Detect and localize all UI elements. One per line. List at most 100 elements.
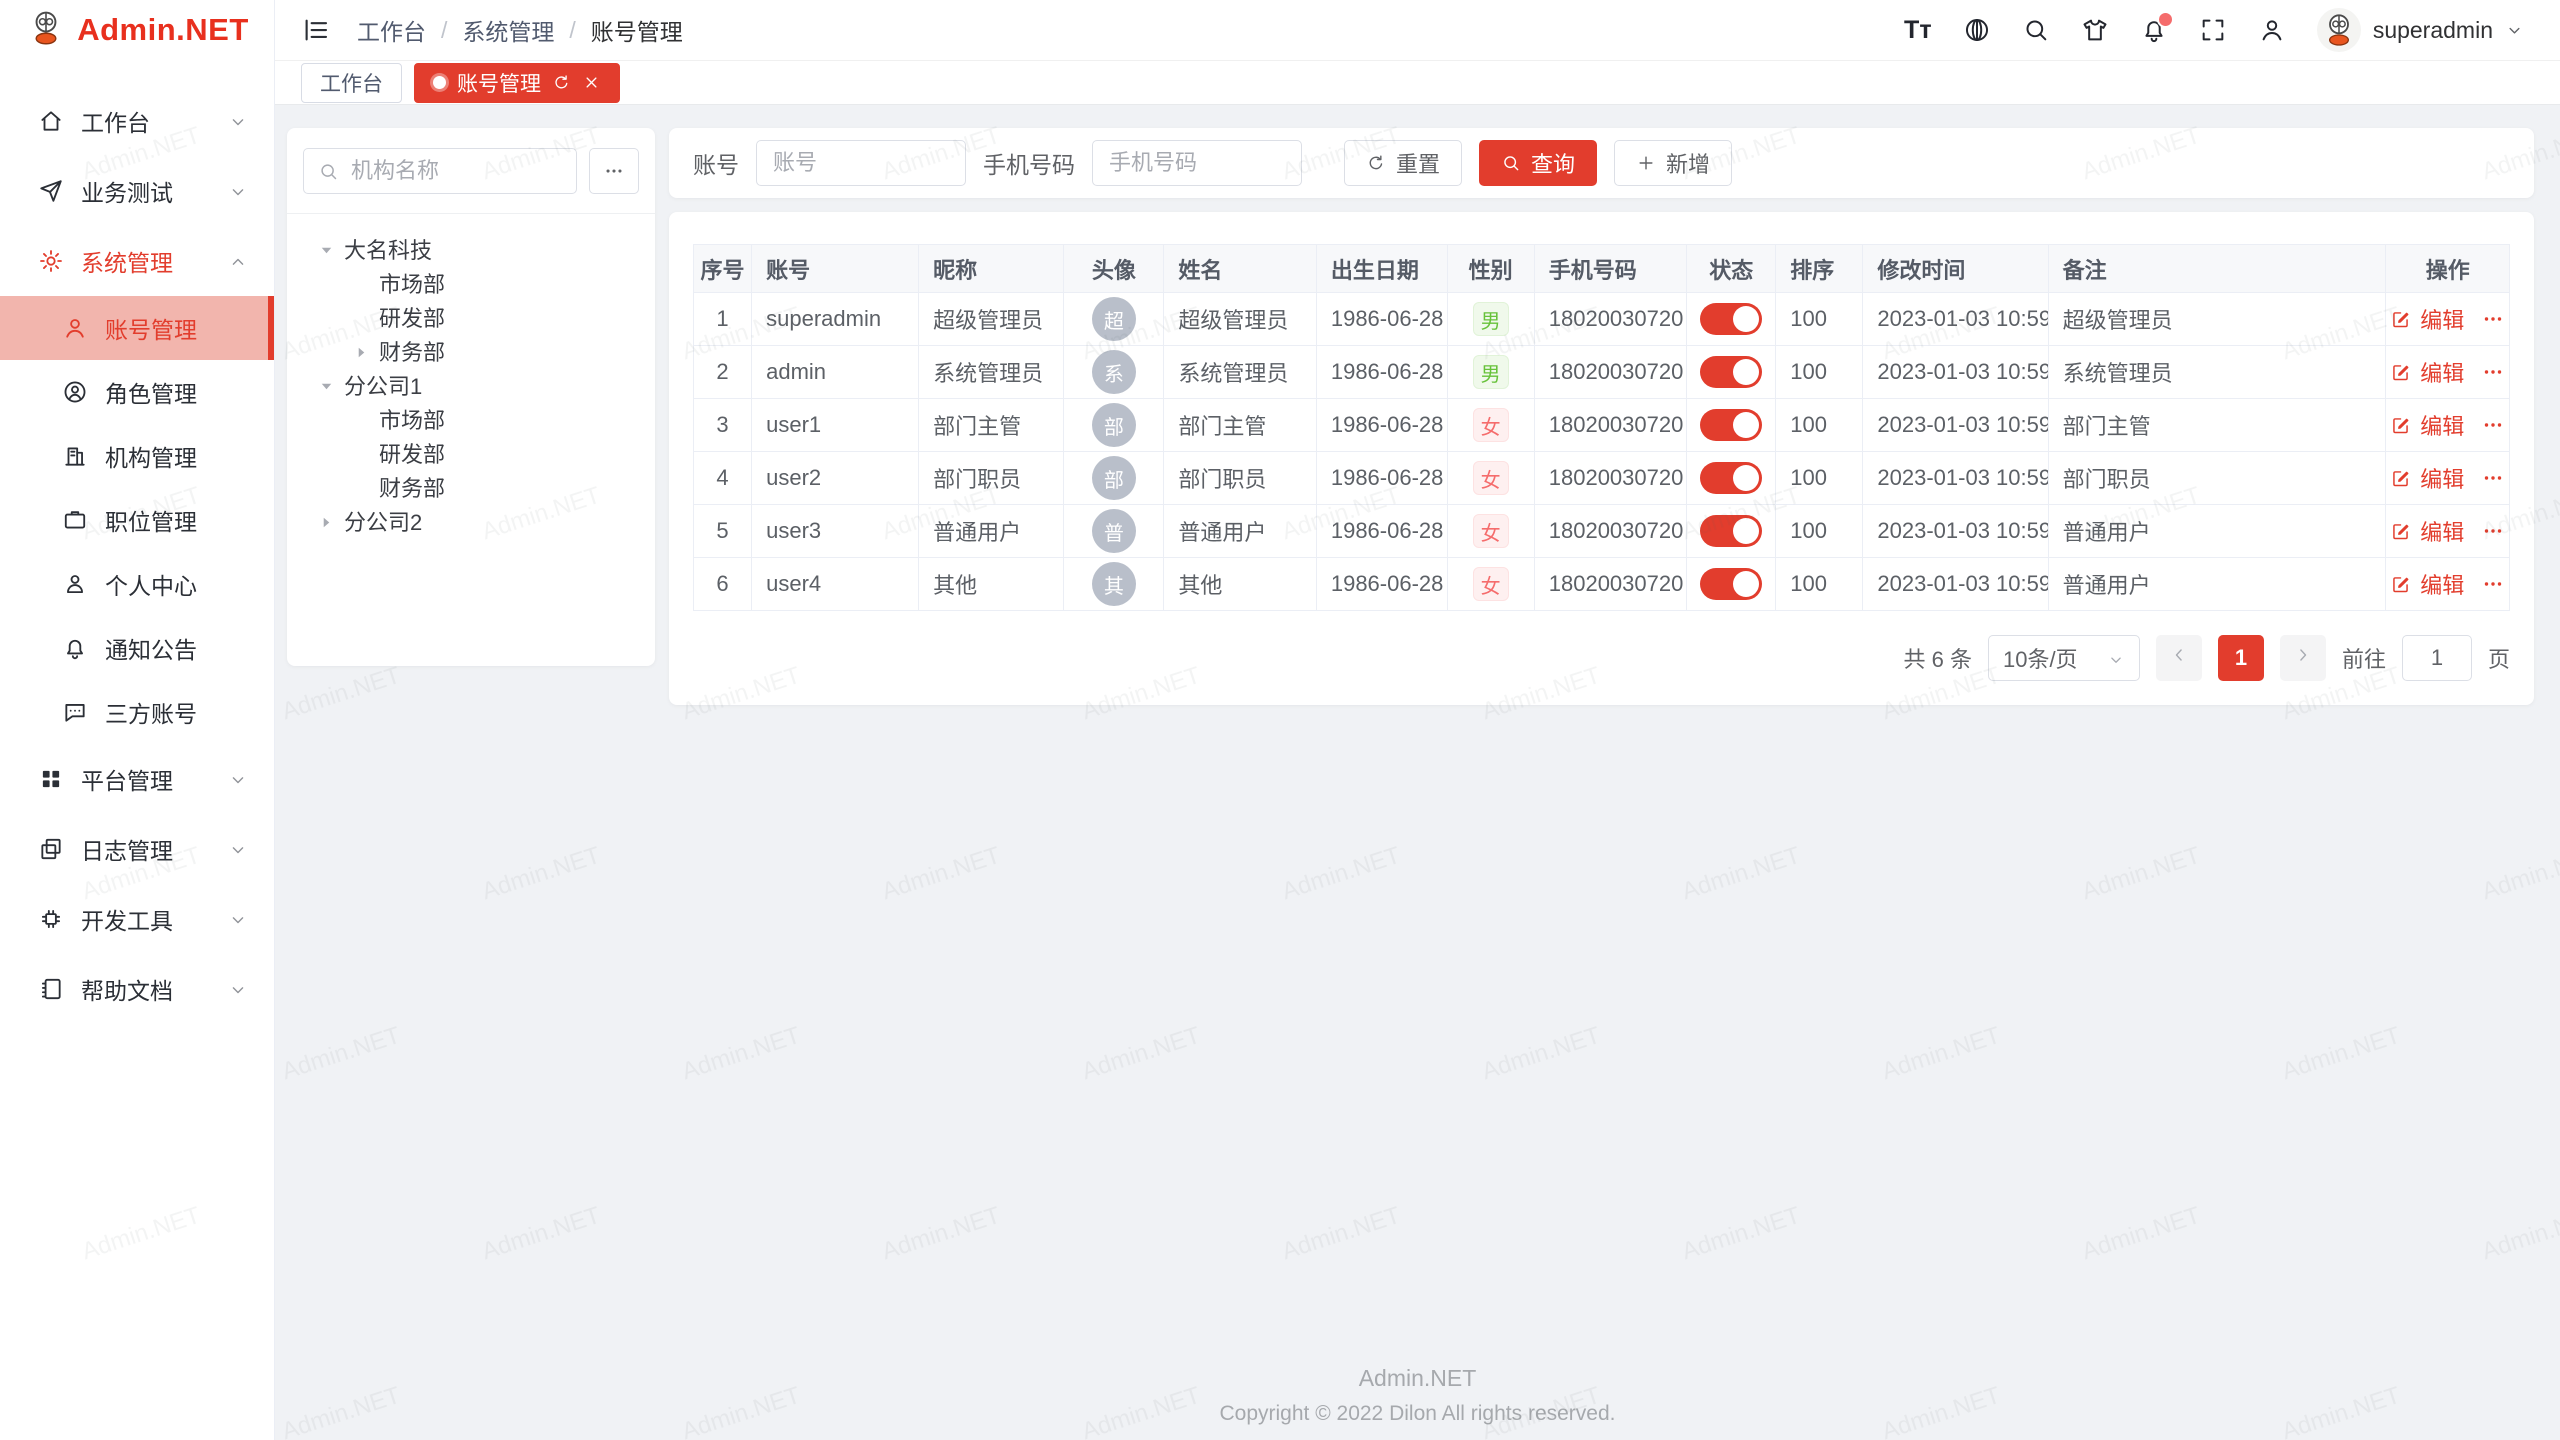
edit-icon[interactable] (2390, 415, 2411, 436)
table-row: 2admin系统管理员系系统管理员1986-06-28男180200307201… (694, 346, 2510, 399)
prev-page-button[interactable] (2156, 635, 2202, 681)
sidebar-item-personal-center[interactable]: 个人中心 (0, 552, 274, 616)
reset-button[interactable]: 重置 (1344, 140, 1462, 186)
fullscreen-icon[interactable] (2199, 16, 2227, 44)
status-toggle[interactable] (1700, 515, 1762, 547)
breadcrumb-item: 账号管理 (591, 13, 683, 47)
tree-node[interactable]: 市场部 (303, 266, 639, 300)
edit-icon[interactable] (2390, 574, 2411, 595)
search-button[interactable]: 查询 (1479, 140, 1597, 186)
footer-copyright: Copyright © 2022 Dilon All rights reserv… (275, 1402, 2560, 1426)
status-toggle[interactable] (1700, 568, 1762, 600)
sidebar-item-system-management[interactable]: 系统管理 (0, 226, 274, 296)
status-toggle[interactable] (1700, 303, 1762, 335)
footer: Admin.NET Copyright © 2022 Dilon All rig… (275, 1365, 2560, 1426)
phone-field[interactable] (1107, 149, 1287, 177)
log-icon (38, 836, 64, 862)
more-actions-icon[interactable] (2481, 519, 2505, 543)
next-page-button[interactable] (2280, 635, 2326, 681)
breadcrumb-item[interactable]: 系统管理 (462, 13, 554, 47)
edit-link[interactable]: 编辑 (2420, 515, 2464, 547)
phone-input[interactable] (1092, 140, 1302, 186)
cell-index: 5 (694, 505, 752, 558)
gender-badge: 男 (1473, 302, 1509, 336)
sidebar-item-platform-management[interactable]: 平台管理 (0, 744, 274, 814)
tree-node[interactable]: 财务部 (303, 470, 639, 504)
edit-icon[interactable] (2390, 309, 2411, 330)
notification-icon[interactable] (2140, 16, 2168, 44)
menu-fold-icon[interactable] (301, 15, 331, 45)
person-icon[interactable] (2258, 16, 2286, 44)
sidebar-item-role-management[interactable]: 角色管理 (0, 360, 274, 424)
more-actions-icon[interactable] (2481, 572, 2505, 596)
cell-gender: 男 (1447, 346, 1534, 399)
goto-page-input[interactable] (2402, 635, 2472, 681)
status-toggle[interactable] (1700, 356, 1762, 388)
tree-node[interactable]: 分公司1 (303, 368, 639, 402)
sidebar-item-workbench[interactable]: 工作台 (0, 86, 274, 156)
sidebar-item-org-management[interactable]: 机构管理 (0, 424, 274, 488)
cell-index: 3 (694, 399, 752, 452)
sidebar-item-position-management[interactable]: 职位管理 (0, 488, 274, 552)
breadcrumb-item[interactable]: 工作台 (357, 13, 426, 47)
cell-modified: 2023-01-03 10:59:44 (1863, 399, 2048, 452)
edit-icon[interactable] (2390, 521, 2411, 542)
search-icon[interactable] (2022, 16, 2050, 44)
status-toggle[interactable] (1700, 462, 1762, 494)
status-toggle[interactable] (1700, 409, 1762, 441)
sidebar: Admin.NET 工作台业务测试系统管理账号管理角色管理机构管理职位管理个人中… (0, 0, 275, 1440)
notification-badge (2157, 11, 2174, 28)
sidebar-item-dev-tools[interactable]: 开发工具 (0, 884, 274, 954)
more-actions-icon[interactable] (2481, 307, 2505, 331)
font-size-icon[interactable]: Tт (1904, 16, 1932, 44)
caret-right-icon[interactable] (317, 512, 336, 531)
tab-workbench[interactable]: 工作台 (301, 63, 402, 103)
edit-link[interactable]: 编辑 (2420, 462, 2464, 494)
more-actions-icon[interactable] (2481, 413, 2505, 437)
edit-icon[interactable] (2390, 362, 2411, 383)
tab-account-management[interactable]: 账号管理 (414, 63, 620, 103)
cell-actions: 编辑 (2386, 558, 2510, 611)
sidebar-item-notice[interactable]: 通知公告 (0, 616, 274, 680)
user-menu[interactable]: superadmin (2317, 8, 2524, 52)
tree-node[interactable]: 分公司2 (303, 504, 639, 538)
table-row: 5user3普通用户普普通用户1986-06-28女18020030720100… (694, 505, 2510, 558)
sidebar-item-account-management[interactable]: 账号管理 (0, 296, 274, 360)
tree-node[interactable]: 财务部 (303, 334, 639, 368)
sidebar-item-business-test[interactable]: 业务测试 (0, 156, 274, 226)
close-icon[interactable] (582, 73, 601, 92)
edit-icon[interactable] (2390, 468, 2411, 489)
org-name-field[interactable] (349, 157, 562, 185)
sidebar-item-third-party-account[interactable]: 三方账号 (0, 680, 274, 744)
more-dots-icon[interactable] (589, 148, 639, 194)
sidebar-item-log-management[interactable]: 日志管理 (0, 814, 274, 884)
mascot-logo-icon (25, 7, 67, 54)
current-page-button[interactable]: 1 (2218, 635, 2264, 681)
logo-link[interactable]: Admin.NET (0, 0, 274, 60)
edit-link[interactable]: 编辑 (2420, 303, 2464, 335)
add-button[interactable]: 新增 (1614, 140, 1732, 186)
sidebar-item-help-docs[interactable]: 帮助文档 (0, 954, 274, 1024)
page-size-select[interactable]: 10条/页 (1988, 635, 2140, 681)
caret-down-icon[interactable] (317, 240, 336, 259)
edit-link[interactable]: 编辑 (2420, 409, 2464, 441)
column-header: 头像 (1064, 245, 1164, 293)
refresh-icon[interactable] (552, 73, 571, 92)
edit-link[interactable]: 编辑 (2420, 356, 2464, 388)
tree-node[interactable]: 大名科技 (303, 232, 639, 266)
right-column: 账号 手机号码 重置 查询 (669, 128, 2534, 705)
tree-node[interactable]: 市场部 (303, 402, 639, 436)
org-search-input[interactable] (303, 148, 577, 194)
caret-right-icon[interactable] (352, 342, 371, 361)
language-icon[interactable] (1963, 16, 1991, 44)
account-field[interactable] (771, 149, 951, 177)
more-actions-icon[interactable] (2481, 360, 2505, 384)
edit-link[interactable]: 编辑 (2420, 568, 2464, 600)
tree-node[interactable]: 研发部 (303, 300, 639, 334)
account-input[interactable] (756, 140, 966, 186)
more-actions-icon[interactable] (2481, 466, 2505, 490)
theme-icon[interactable] (2081, 16, 2109, 44)
caret-down-icon[interactable] (317, 376, 336, 395)
cell-status (1687, 452, 1776, 505)
tree-node[interactable]: 研发部 (303, 436, 639, 470)
